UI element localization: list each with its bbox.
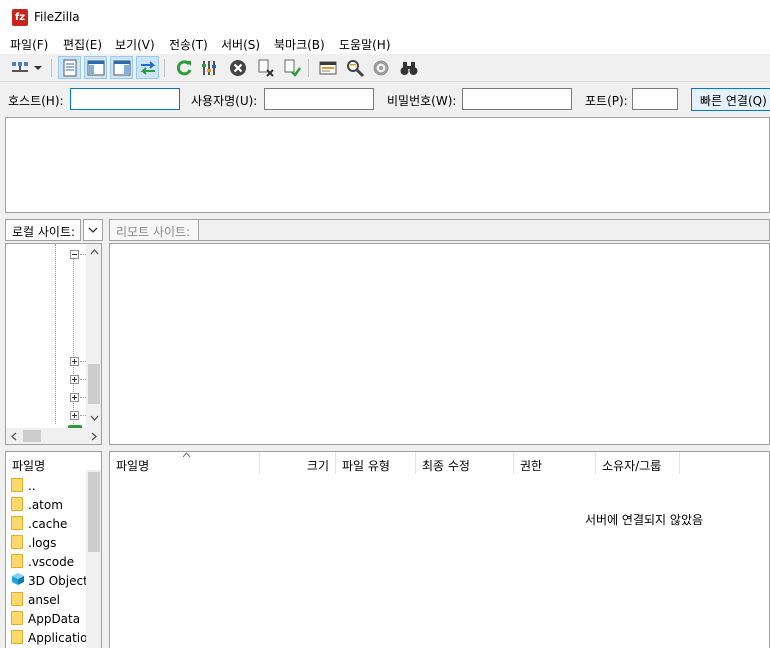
remote-site-path[interactable] xyxy=(199,219,770,241)
folder-icon xyxy=(11,554,23,568)
remote-column-last-modified[interactable]: 최종 수정 xyxy=(416,452,514,474)
scroll-left-icon[interactable] xyxy=(6,428,22,444)
folder-icon xyxy=(11,630,23,644)
toggle-transfer-queue-icon[interactable] xyxy=(136,56,159,79)
toggle-remote-tree-icon[interactable] xyxy=(110,56,133,79)
remote-empty-message: 서버에 연결되지 않았음 xyxy=(585,513,704,527)
quickconnect-button[interactable]: 빠른 연결(Q) xyxy=(691,88,770,111)
username-label: 사용자명(U): xyxy=(191,94,258,108)
scroll-up-icon[interactable] xyxy=(86,244,101,260)
folder-icon xyxy=(11,611,23,625)
password-input[interactable] xyxy=(462,88,572,110)
title-bar: fz FileZilla xyxy=(0,0,770,34)
search-files-icon[interactable] xyxy=(397,56,420,79)
tree-guide-line xyxy=(55,244,56,424)
toolbar xyxy=(0,54,770,82)
local-directory-tree[interactable] xyxy=(5,243,102,445)
site-manager-icon[interactable] xyxy=(8,56,31,79)
remote-column-filetype[interactable]: 파일 유형 xyxy=(336,452,416,474)
menu-transfer[interactable]: 전송(T) xyxy=(169,36,208,53)
menu-help[interactable]: 도움말(H) xyxy=(339,36,391,53)
message-log[interactable] xyxy=(5,117,770,213)
sort-ascending-icon xyxy=(182,452,191,458)
refresh-icon[interactable] xyxy=(172,56,195,79)
folder-icon xyxy=(11,478,23,492)
menu-file[interactable]: 파일(F) xyxy=(10,36,48,53)
folder-icon xyxy=(11,497,23,511)
reconnect-icon[interactable] xyxy=(280,56,303,79)
toolbar-separator xyxy=(308,59,309,77)
synchronized-browsing-icon[interactable] xyxy=(369,56,392,79)
local-column-filename[interactable]: 파일명 xyxy=(6,452,86,474)
toggle-message-log-icon[interactable] xyxy=(58,56,81,79)
menu-view[interactable]: 보기(V) xyxy=(115,36,155,53)
password-label: 비밀번호(W): xyxy=(387,94,457,108)
file-name: ansel xyxy=(28,593,60,607)
remote-directory-tree[interactable] xyxy=(109,243,770,445)
filezilla-logo-icon: fz xyxy=(12,9,28,26)
folder-icon xyxy=(11,516,23,530)
toggle-local-tree-icon[interactable] xyxy=(84,56,107,79)
local-site-label: 로컬 사이트: xyxy=(5,219,81,241)
port-input[interactable] xyxy=(632,88,678,110)
remote-column-permissions[interactable]: 권한 xyxy=(514,452,596,474)
toolbar-separator xyxy=(164,59,165,77)
host-label: 호스트(H): xyxy=(8,94,64,108)
compare-directories-icon[interactable] xyxy=(343,56,366,79)
file-name: .logs xyxy=(28,536,57,550)
process-queue-icon[interactable] xyxy=(198,56,221,79)
remote-column-owner-group[interactable]: 소유자/그룹 xyxy=(596,452,680,474)
expand-icon[interactable] xyxy=(70,357,79,366)
scroll-thumb[interactable] xyxy=(88,364,100,404)
disconnect-icon[interactable] xyxy=(254,56,277,79)
file-name: .vscode xyxy=(28,555,75,569)
menu-edit[interactable]: 편집(E) xyxy=(63,36,102,53)
directory-filter-icon[interactable] xyxy=(316,56,339,79)
site-manager-dropdown-icon[interactable] xyxy=(31,56,45,79)
file-list-vertical-scrollbar[interactable] xyxy=(86,470,101,648)
menu-bar: 파일(F) 편집(E) 보기(V) 전송(T) 서버(S) 북마크(B) 도움말… xyxy=(0,34,770,54)
file-name: .. xyxy=(28,479,36,493)
file-name: AppData xyxy=(28,612,81,626)
cancel-icon[interactable] xyxy=(226,56,249,79)
menu-server[interactable]: 서버(S) xyxy=(221,36,260,53)
local-site-dropdown[interactable] xyxy=(83,219,103,241)
host-input[interactable] xyxy=(70,88,180,110)
expand-icon[interactable] xyxy=(70,375,79,384)
file-name: .cache xyxy=(28,517,68,531)
menu-bookmarks[interactable]: 북마크(B) xyxy=(274,36,325,53)
file-name: Application xyxy=(28,631,96,645)
scroll-right-icon[interactable] xyxy=(86,428,101,444)
remote-column-size[interactable]: 크기 xyxy=(260,452,336,474)
port-label: 포트(P): xyxy=(585,94,628,108)
quickconnect-bar: 호스트(H): 사용자명(U): 비밀번호(W): 포트(P): 빠른 연결(Q… xyxy=(0,84,770,114)
username-input[interactable] xyxy=(264,88,374,110)
window-title: FileZilla xyxy=(34,10,80,24)
folder-icon xyxy=(11,535,23,549)
toolbar-separator xyxy=(51,59,52,77)
tree-horizontal-scrollbar[interactable] xyxy=(6,428,101,444)
folder-icon xyxy=(11,592,23,606)
file-name: 3D Objects xyxy=(28,574,95,588)
remote-file-list[interactable]: 파일명 크기 파일 유형 최종 수정 권한 소유자/그룹 xyxy=(109,451,770,648)
remote-site-label: 리모트 사이트: xyxy=(109,219,199,241)
local-file-list[interactable]: 파일명 .. .atom .cache .logs .vscode 3D Objects a… xyxy=(5,451,102,648)
tree-vertical-scrollbar[interactable] xyxy=(86,244,101,428)
expand-icon[interactable] xyxy=(70,411,79,420)
3d-objects-icon xyxy=(12,573,24,585)
expand-icon[interactable] xyxy=(70,393,79,402)
file-name: .atom xyxy=(28,498,63,512)
scroll-thumb[interactable] xyxy=(23,430,41,442)
chevron-down-icon xyxy=(88,227,98,233)
scroll-thumb[interactable] xyxy=(88,472,100,552)
scroll-down-icon[interactable] xyxy=(86,410,101,426)
collapse-icon[interactable] xyxy=(70,250,79,259)
